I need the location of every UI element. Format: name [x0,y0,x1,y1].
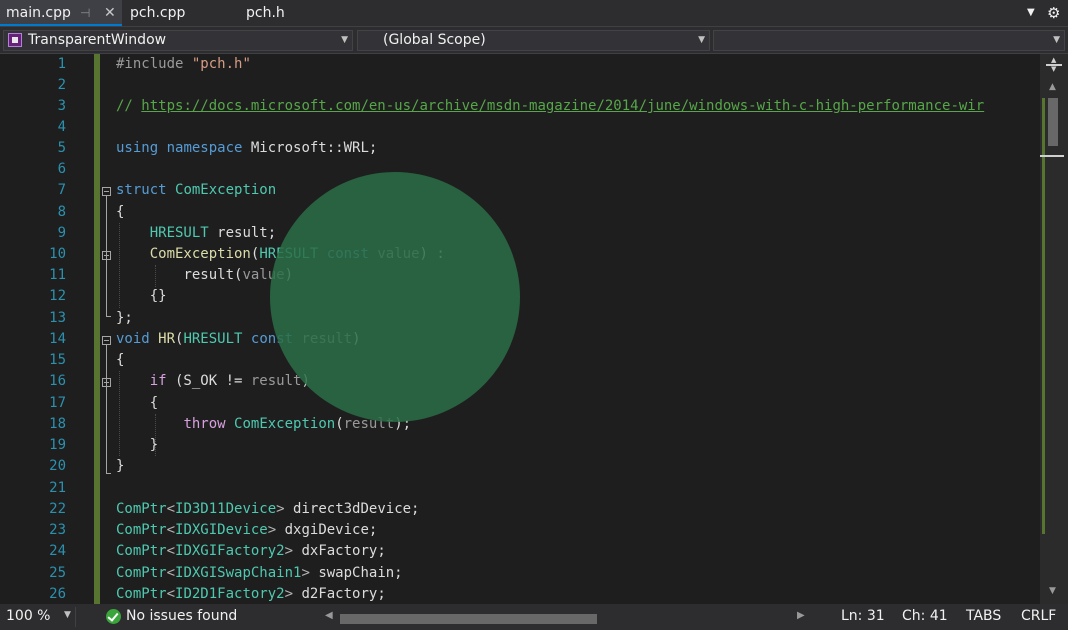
line-indicator[interactable]: Ln: 31 [841,608,885,624]
code-line: ComPtr<ID3D11Device> direct3dDevice; [116,501,420,517]
line-number: 26 [49,586,66,602]
code-line: HRESULT result; [149,225,277,241]
chevron-down-icon: ▼ [64,610,71,620]
split-view-icon[interactable]: ▲ ▼ [1046,57,1062,73]
code-line: ComPtr<IDXGISwapChain1> swapChain; [116,565,403,581]
code-line: result(value) [183,267,293,283]
tab-label: pch.h [246,5,285,21]
document-tab-strip: main.cpp ⊣ ✕ pch.cpp pch.h ▼ ⚙ [0,0,1068,26]
vertical-scroll-thumb[interactable] [1048,98,1058,146]
scroll-right-icon[interactable]: ▶ [797,610,805,621]
line-number: 14 [49,331,66,347]
line-number: 16 [49,373,66,389]
code-line: } [149,437,159,453]
member-dropdown[interactable]: ▼ [713,30,1065,51]
code-line: { [116,352,125,368]
column-indicator[interactable]: Ch: 41 [902,608,948,624]
line-number: 13 [49,310,66,326]
scope-name: (Global Scope) [383,32,486,48]
chevron-down-icon: ▼ [1053,35,1060,45]
comment-url-link[interactable]: https://docs.microsoft.com/en-us/archive… [141,98,984,114]
line-ending-indicator[interactable]: CRLF [1021,608,1056,624]
line-number: 12 [49,288,66,304]
collapse-icon[interactable] [102,187,111,196]
check-circle-icon [106,609,121,624]
vertical-scrollbar[interactable]: ▲ ▼ ▲ ▼ [1040,54,1068,604]
scroll-up-icon[interactable]: ▲ [1049,82,1056,92]
chevron-down-icon[interactable]: ▼ [1027,0,1035,26]
change-tracking-bar [94,54,100,604]
outline-line [106,345,107,473]
line-number: 19 [49,437,66,453]
tab-label: main.cpp [6,5,71,21]
code-line: } [116,458,125,474]
indent-mode-indicator[interactable]: TABS [966,608,1001,624]
navigation-bar: TransparentWindow ▼ (Global Scope) ▼ ▼ [0,26,1068,54]
chevron-down-icon: ▼ [698,35,705,45]
project-icon [8,33,22,47]
line-number: 24 [49,543,66,559]
outline-end [106,473,111,474]
line-number: 20 [49,458,66,474]
line-number: 7 [57,182,66,198]
line-number: 15 [49,352,66,368]
line-number: 9 [57,225,66,241]
line-number: 21 [49,480,66,496]
caret-position-marker [1040,155,1064,157]
scrollbar-change-marker [1042,98,1045,534]
issues-status[interactable]: No issues found [126,608,237,624]
scope-dropdown[interactable]: (Global Scope) ▼ [357,30,710,51]
line-number: 10 [49,246,66,262]
code-line: using namespace Microsoft::WRL; [116,140,378,156]
line-number: 25 [49,565,66,581]
code-line: ComPtr<ID2D1Factory2> d2Factory; [116,586,386,602]
scroll-left-icon[interactable]: ◀ [325,610,333,621]
transparent-window-circle [270,172,520,422]
line-number: 8 [57,204,66,220]
line-number: 23 [49,522,66,538]
line-number: 17 [49,395,66,411]
line-number: 3 [57,98,66,114]
close-icon[interactable]: ✕ [104,0,116,26]
chevron-down-icon: ▼ [341,35,348,45]
code-line: #include "pch.h" [116,56,251,72]
code-line: { [116,204,125,220]
line-number: 6 [57,161,66,177]
tab-label: pch.cpp [130,5,186,21]
line-number: 2 [57,77,66,93]
glyph-margin[interactable] [0,54,24,604]
code-editor[interactable]: 1 2 3 4 5 6 7 8 9 10 11 12 13 14 15 16 1… [0,54,1040,604]
gear-icon[interactable]: ⚙ [1047,0,1060,26]
horizontal-scroll-thumb[interactable] [340,614,597,624]
code-line: ComPtr<IDXGIFactory2> dxFactory; [116,543,386,559]
scroll-down-icon[interactable]: ▼ [1049,586,1056,596]
line-number: 5 [57,140,66,156]
code-line: if (S_OK != result) [149,373,310,389]
outline-end [106,316,111,317]
tab-pch-cpp[interactable]: pch.cpp [124,0,234,26]
project-name: TransparentWindow [28,32,167,48]
line-number: 22 [49,501,66,517]
collapse-icon[interactable] [102,251,111,260]
line-number: 1 [57,56,66,72]
code-line: {} [149,288,167,304]
code-line: { [149,395,159,411]
pin-icon[interactable]: ⊣ [80,0,90,26]
line-number: 18 [49,416,66,432]
code-line: // https://docs.microsoft.com/en-us/arch… [116,98,985,114]
collapse-icon[interactable] [102,336,111,345]
line-number: 4 [57,119,66,135]
tab-pch-h[interactable]: pch.h [240,0,350,26]
line-number: 11 [49,267,66,283]
code-line: ComPtr<IDXGIDevice> dxgiDevice; [116,522,378,538]
project-dropdown[interactable]: TransparentWindow ▼ [3,30,353,51]
zoom-dropdown[interactable]: 100 % ▼ [0,607,76,627]
collapse-icon[interactable] [102,378,111,387]
zoom-level: 100 % [6,608,51,624]
tab-main-cpp[interactable]: main.cpp ⊣ ✕ [0,0,122,26]
code-line: struct ComException [116,182,277,198]
editor-status-bar: 100 % ▼ No issues found ◀ ▶ Ln: 31 Ch: 4… [0,604,1068,630]
code-line: }; [116,310,133,326]
